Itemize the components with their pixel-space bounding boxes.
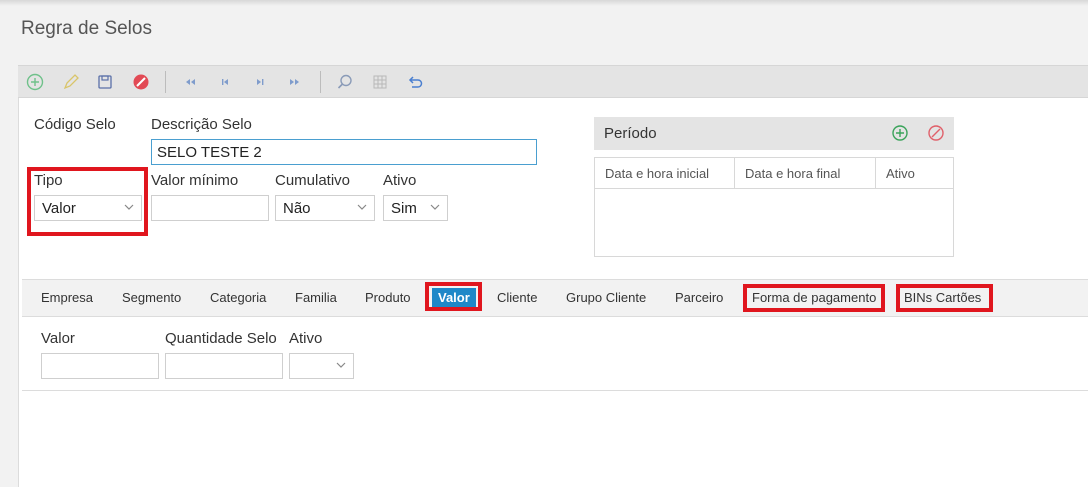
previous-record-icon[interactable] (216, 73, 234, 91)
first-record-icon[interactable] (181, 73, 199, 91)
detail-valor-input[interactable] (41, 353, 159, 379)
next-record-icon[interactable] (251, 73, 269, 91)
tipo-highlight-box (27, 167, 148, 236)
tab-valor-highlight-box (425, 282, 482, 311)
last-record-icon[interactable] (286, 73, 304, 91)
codigo-selo-label: Código Selo (34, 116, 116, 133)
edit-icon[interactable] (62, 73, 80, 91)
search-icon[interactable] (336, 73, 354, 91)
tab-cliente[interactable]: Cliente (497, 290, 537, 305)
descricao-selo-label: Descrição Selo (151, 116, 252, 133)
toolbar-separator (165, 71, 166, 93)
periodo-grid-header: Data e hora inicial Data e hora final At… (595, 158, 953, 189)
cumulativo-label: Cumulativo (275, 172, 351, 189)
page-title: Regra de Selos (21, 18, 152, 39)
periodo-grid: Data e hora inicial Data e hora final At… (594, 157, 954, 257)
tab-produto[interactable]: Produto (365, 290, 411, 305)
ativo-select-value: Sim (391, 200, 417, 217)
column-header-data-inicial[interactable]: Data e hora inicial (595, 158, 735, 189)
tab-empresa[interactable]: Empresa (41, 290, 93, 305)
chevron-down-icon (357, 200, 367, 218)
quantidade-selo-input[interactable] (165, 353, 283, 379)
valor-minimo-label: Valor mínimo (151, 172, 239, 189)
column-header-ativo[interactable]: Ativo (876, 158, 953, 189)
periodo-title: Período (604, 125, 657, 142)
detail-valor-label: Valor (41, 330, 75, 347)
tab-forma-pagamento-highlight-box (743, 284, 885, 312)
chevron-down-icon (430, 200, 440, 218)
chevron-down-icon (336, 358, 346, 376)
delete-period-icon[interactable] (927, 124, 945, 147)
tab-bins-cartoes-highlight-box (896, 284, 993, 312)
periodo-header: Período (594, 117, 954, 150)
save-icon[interactable] (96, 73, 114, 91)
toolbar-separator (320, 71, 321, 93)
periodo-panel: Período Data e hora inicial Data e hora … (594, 117, 954, 257)
tab-familia[interactable]: Familia (295, 290, 337, 305)
tab-categoria[interactable]: Categoria (210, 290, 266, 305)
descricao-selo-input[interactable] (151, 139, 537, 165)
ativo-select[interactable]: Sim (383, 195, 448, 221)
detail-ativo-select[interactable] (289, 353, 354, 379)
tab-segmento[interactable]: Segmento (122, 290, 181, 305)
toolbar (18, 65, 1088, 98)
tab-grupo-cliente[interactable]: Grupo Cliente (566, 290, 646, 305)
add-period-icon[interactable] (891, 124, 909, 147)
window-top-shadow (0, 0, 1088, 6)
add-icon[interactable] (26, 73, 44, 91)
undo-icon[interactable] (407, 73, 425, 91)
ativo-label: Ativo (383, 172, 417, 189)
quantidade-selo-label: Quantidade Selo (165, 330, 277, 347)
cumulativo-select-value: Não (283, 200, 311, 217)
cancel-icon[interactable] (132, 73, 150, 91)
column-header-data-final[interactable]: Data e hora final (735, 158, 876, 189)
grid-icon[interactable] (371, 73, 389, 91)
cumulativo-select[interactable]: Não (275, 195, 375, 221)
detail-ativo-label: Ativo (289, 330, 323, 347)
tab-parceiro[interactable]: Parceiro (675, 290, 723, 305)
valor-minimo-input[interactable] (151, 195, 269, 221)
